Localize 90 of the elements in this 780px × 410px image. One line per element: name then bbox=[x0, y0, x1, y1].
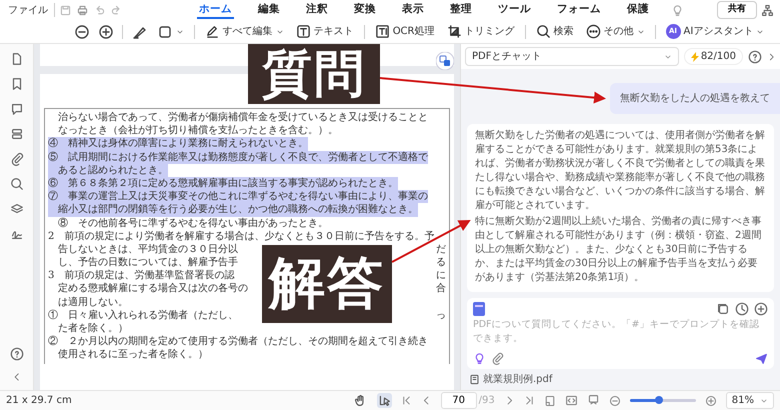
document-text: る bbox=[436, 256, 446, 270]
mode-dropdown[interactable]: PDFとチャット bbox=[465, 47, 679, 66]
clock-icon[interactable] bbox=[735, 302, 749, 316]
search-icon[interactable] bbox=[10, 177, 24, 191]
document-text: っ bbox=[436, 308, 446, 322]
stack-icon[interactable] bbox=[10, 202, 24, 216]
answer-text: 無断欠勤をした労働者の処遇については、使用者側が労働者を解雇することができる可能性があります。就業規則の第53条によれば、労働者が勤務状況が著しく不良で労働者としての職責を果たし得ない場合や、勤務成績や業務能率が著しく不良で他の職務にも転換できない場合など、いくつかの条件に該当する場合、解雇が可能とされています。 bbox=[475, 129, 766, 213]
document-text: 縮小又は部門の閉鎖等を行う必要が生じ、かつ他の職務への転換が困難なとき。 bbox=[48, 203, 418, 216]
document-text: 治らない場合であって、労働者が傷病補償年金を受けているとき又は受けることと bbox=[57, 111, 428, 124]
page-size-text: 21 x 29.7 cm bbox=[6, 394, 72, 408]
rectangle-icon bbox=[156, 24, 173, 40]
annotation-label: 解答 bbox=[262, 245, 392, 323]
document-text: ⑦ 事業の運営上又は天災事変その他これに準ずるやむを得ない事由により、事業の bbox=[48, 190, 428, 204]
copy-icon[interactable] bbox=[716, 302, 730, 316]
menu-tab[interactable]: 保護 bbox=[625, 1, 651, 19]
toolbar-button[interactable]: トリミング bbox=[444, 23, 516, 40]
select-icon bbox=[378, 394, 391, 407]
menu-tab[interactable]: 編集 bbox=[256, 1, 282, 19]
document-text: 2 前項の規定により労働者を解雇する場合は、少なくとも３０日前に予告をする。予 bbox=[48, 230, 434, 243]
question-bubble: 無断欠勤をした人の処遇を教えて bbox=[610, 83, 780, 114]
comment-icon[interactable] bbox=[10, 102, 24, 116]
menu-tab[interactable]: フォーム bbox=[555, 1, 603, 19]
document-text: 使用されるに至った者を除く。） bbox=[57, 348, 208, 362]
document-text: ⑥ 第６８条第２項に定める懲戒解雇事由に該当する事実が認められたとき。 bbox=[48, 176, 398, 190]
view-mode-icon[interactable] bbox=[586, 394, 600, 407]
document-text: なったとき（会社が打ち切り補償を支払ったときを含む。）。 bbox=[57, 124, 338, 138]
file-menu[interactable]: ファイル bbox=[6, 2, 50, 18]
document-text: ② ２か月以内の期間を定めて使用する労働者（ただし、その期間を超えて引き続き bbox=[48, 335, 428, 348]
answer-text: 特に無断欠勤が2週間以上続いた場合、労働者の責に帰すべき事由として解雇される可能性があります（例：横領・窃盗、2週間以上の無断欠勤など）。また、少なくとも30日前に予告するか、または平均賃金の30日分以上の解雇予告手当を支払う必要があります（労基法第20条第1項）。 bbox=[475, 215, 762, 285]
document-text: だ bbox=[436, 242, 446, 256]
crop-icon bbox=[446, 24, 462, 39]
document-text: ④ 精神又は身体の障害により業務に耐えられないとき。 bbox=[48, 137, 308, 151]
help-icon[interactable] bbox=[10, 347, 24, 361]
text-box-icon bbox=[296, 24, 311, 39]
annotation-label: 質問 bbox=[248, 44, 380, 104]
paperclip-icon[interactable] bbox=[491, 352, 504, 365]
document-text: ① 日々雇い入れられる労働者（ただし、 bbox=[48, 308, 238, 322]
share-button[interactable]: 共有 bbox=[717, 1, 757, 19]
zoom-dropdown[interactable]: 81% bbox=[726, 392, 774, 409]
menu-tab[interactable]: ホーム bbox=[197, 1, 234, 19]
quota-badge: 82/100 bbox=[684, 48, 743, 65]
document-text: 定める懲戒解雇にする場合又は次の各号の bbox=[57, 282, 248, 296]
pen-icon bbox=[204, 24, 220, 39]
zoom-out-icon[interactable] bbox=[74, 24, 90, 40]
bolt-icon bbox=[690, 52, 699, 62]
document-text: は適用しない。 bbox=[57, 296, 128, 309]
document-text: た者を除く。） bbox=[57, 322, 128, 336]
attachment-icon[interactable] bbox=[10, 152, 24, 166]
page-total-text: /93 bbox=[478, 394, 495, 408]
menu-tab[interactable]: 変換 bbox=[352, 1, 378, 19]
document-text: 3 前項の規定は、労働基準監督署長の認 bbox=[48, 269, 234, 282]
menu-tab[interactable]: 整理 bbox=[448, 1, 474, 19]
more-icon bbox=[586, 24, 600, 39]
toolbar-button[interactable]: 検索 bbox=[534, 23, 576, 40]
document-text: 合 bbox=[436, 282, 446, 296]
network-icon[interactable] bbox=[761, 4, 774, 16]
last-page-icon[interactable] bbox=[524, 395, 535, 406]
toolbar-button[interactable]: すべて編集 bbox=[202, 23, 286, 40]
fit-width-icon[interactable] bbox=[564, 394, 578, 407]
page-view-icon[interactable] bbox=[544, 394, 556, 406]
first-page-icon[interactable] bbox=[400, 395, 412, 406]
convert-icon[interactable] bbox=[436, 52, 454, 70]
menu-tab[interactable]: 注釈 bbox=[304, 1, 330, 19]
layers-icon[interactable] bbox=[10, 127, 24, 141]
search-icon bbox=[536, 24, 550, 39]
help-icon[interactable] bbox=[748, 50, 762, 64]
print-icon[interactable] bbox=[76, 4, 89, 16]
close-panel-icon[interactable] bbox=[767, 52, 776, 62]
chat-input-card[interactable]: PDFについて質問してください。「#」キーでプロンプトを確認できます。 bbox=[467, 298, 774, 369]
attachment-name[interactable]: 就業規則例.pdf bbox=[483, 372, 552, 387]
document-text: に bbox=[436, 269, 446, 282]
lightbulb-icon[interactable] bbox=[473, 352, 486, 365]
zoom-in-icon[interactable] bbox=[98, 24, 114, 40]
menu-tab[interactable]: ツール bbox=[496, 1, 533, 19]
add-icon[interactable] bbox=[754, 302, 768, 316]
document-text: し、予告の日数については、解雇予告手 bbox=[57, 256, 238, 270]
file-icon bbox=[469, 374, 480, 385]
select-tool-button[interactable] bbox=[376, 393, 392, 408]
toolbar-button[interactable]: その他 bbox=[584, 23, 646, 40]
zoom-slider-thumb[interactable] bbox=[655, 396, 664, 404]
page-field[interactable]: 70 bbox=[440, 392, 477, 409]
document-text: あると認められたとき。 bbox=[48, 164, 168, 177]
toolbar-button[interactable]: テキスト bbox=[294, 23, 356, 40]
document-text: ⑤ 試用期間における作業能率又は勤務態度が著しく不良で、労働者として不適格で bbox=[48, 150, 428, 164]
document-text: ⑧ その他前各号に準ずるやむを得ない事由があったとき。 bbox=[57, 216, 328, 230]
toolbar-button[interactable]: OCR処理 bbox=[372, 23, 436, 40]
menu-tab[interactable]: 表示 bbox=[400, 1, 426, 19]
ocr-icon bbox=[374, 24, 390, 39]
document-text: 告しないときは、平均賃金の３０日分以 bbox=[57, 242, 238, 256]
notebook-icon[interactable] bbox=[473, 302, 485, 316]
